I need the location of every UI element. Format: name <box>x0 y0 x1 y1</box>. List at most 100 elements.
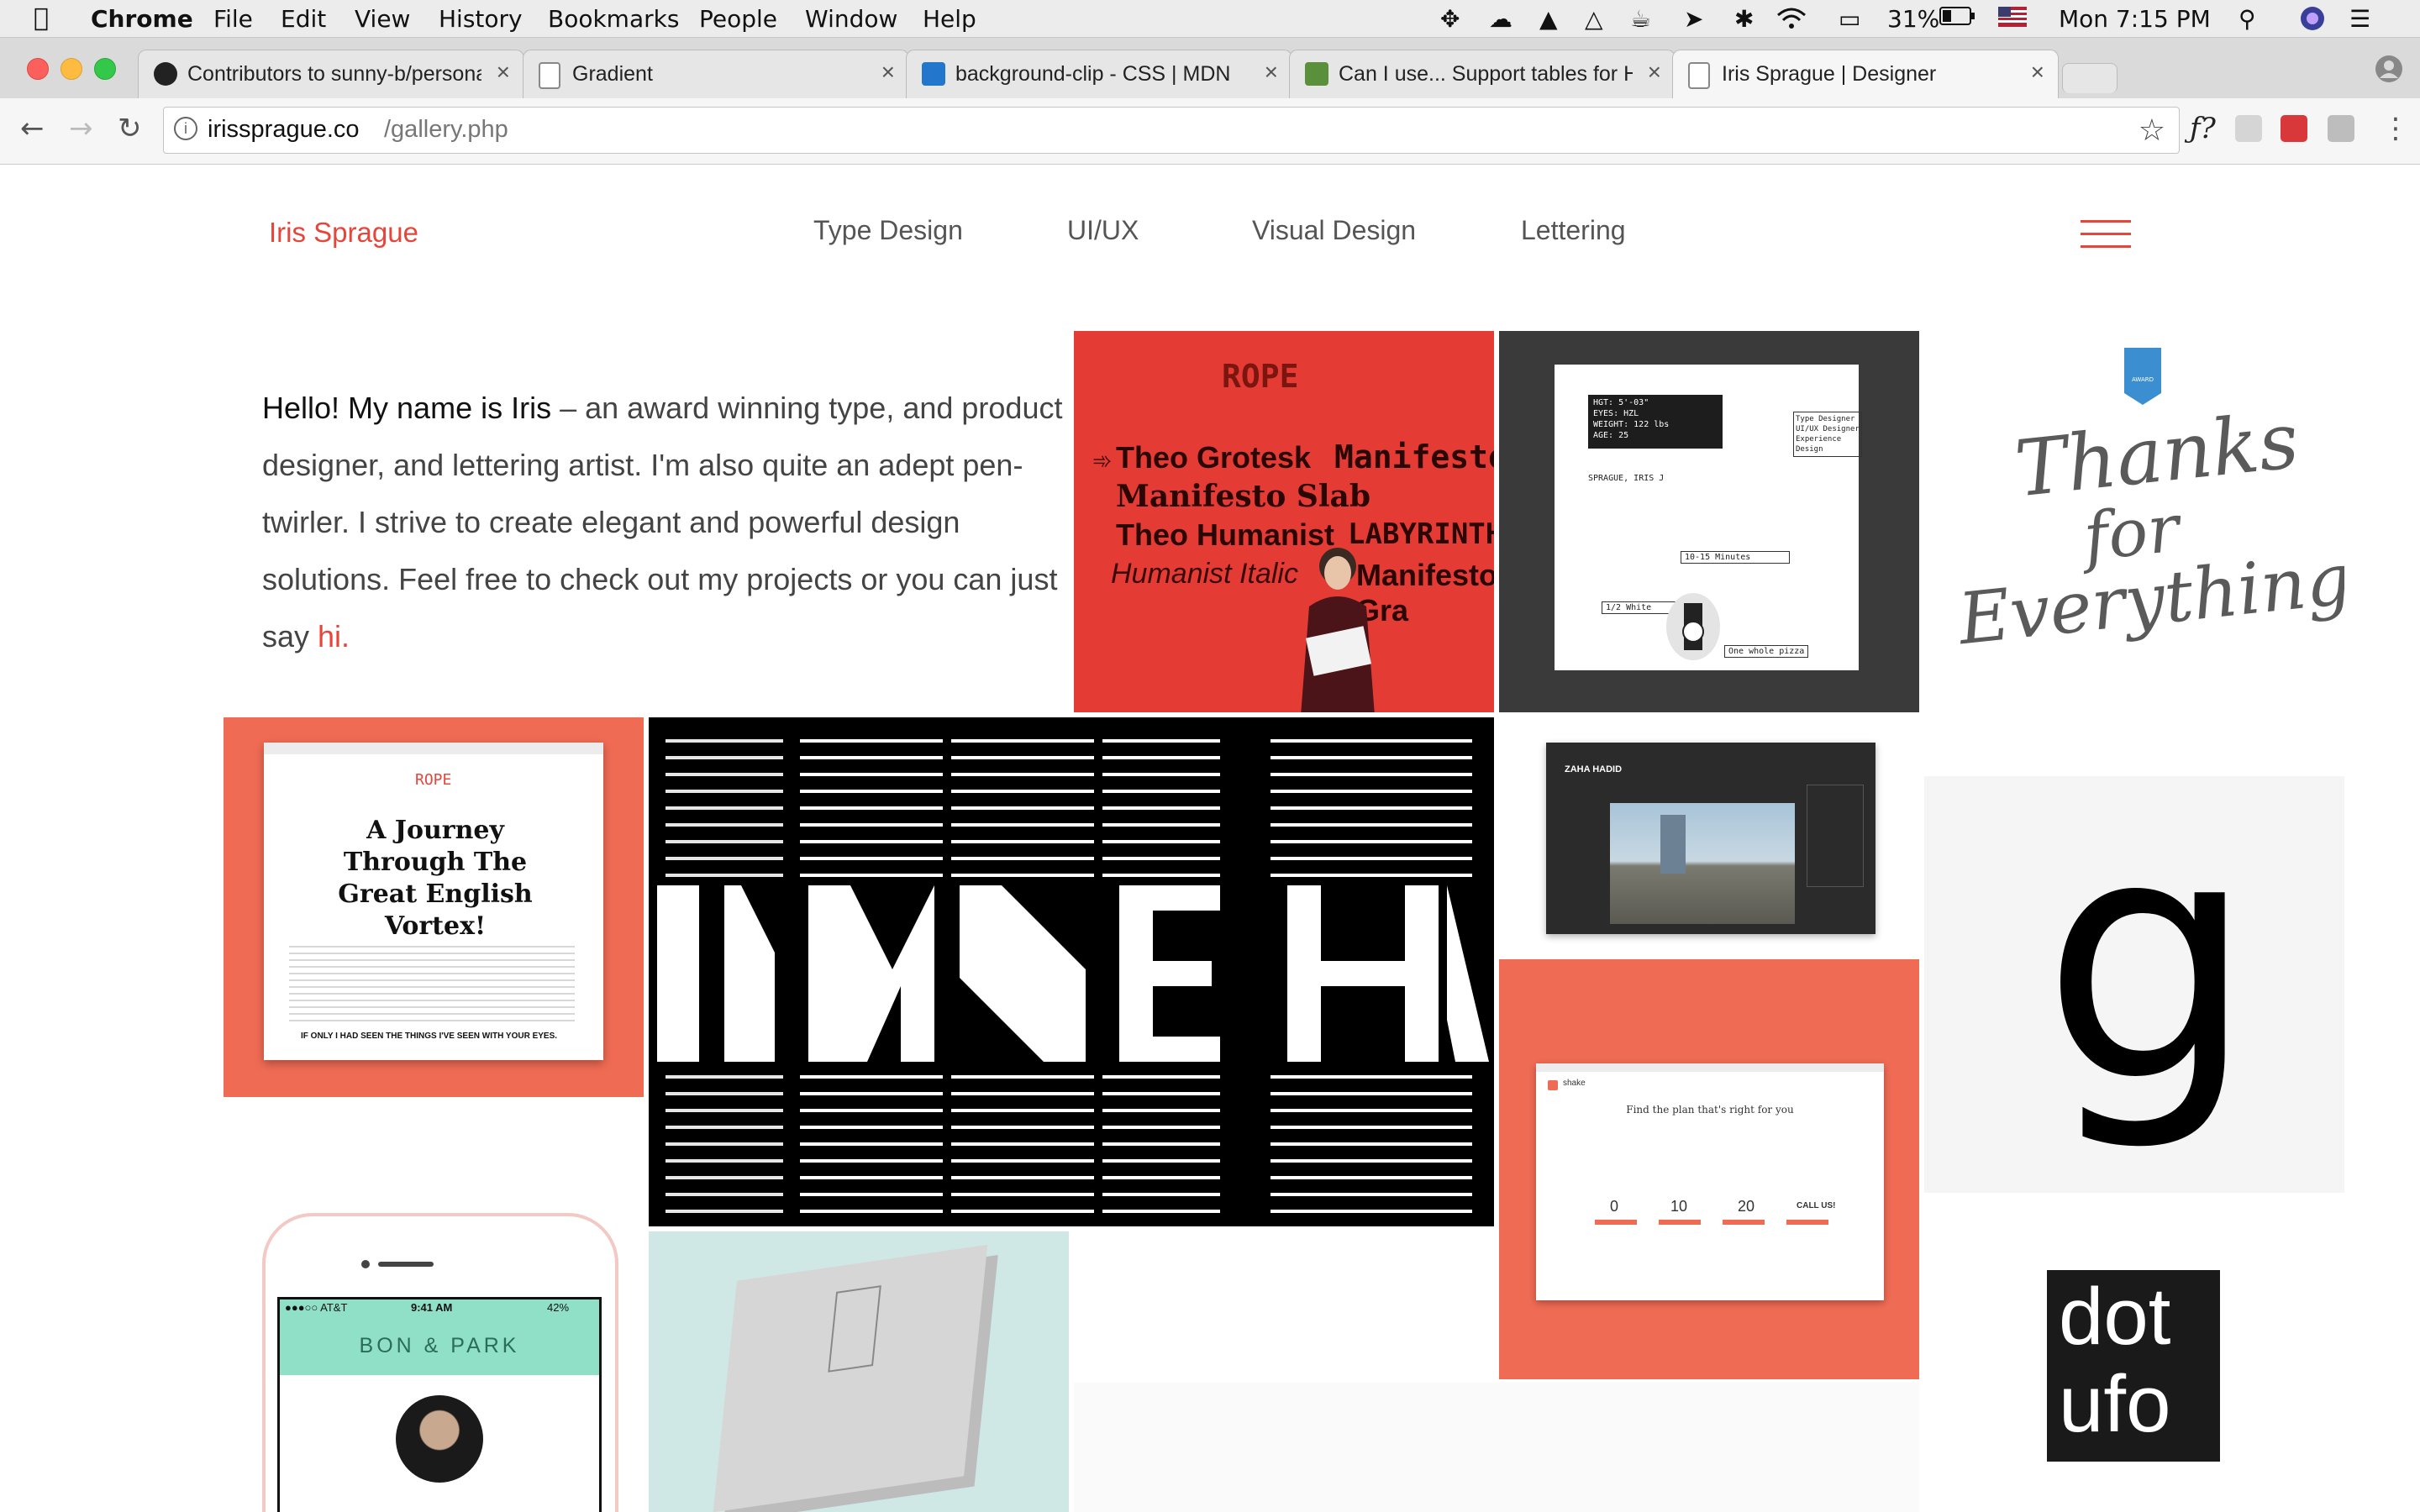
roles-box: Type Designer UI/UX Designer Experience … <box>1793 412 1862 457</box>
nav-lettering[interactable]: Lettering <box>1521 215 1626 246</box>
tab-github-contributors[interactable]: Contributors to sunny-b/personal-site × <box>138 50 524 98</box>
bluetooth-icon[interactable]: ✱ <box>1734 5 1754 33</box>
intro-body: – an award winning type, and product des… <box>262 391 1063 654</box>
document-icon <box>539 62 560 89</box>
book-tile[interactable] <box>649 1231 1069 1512</box>
tab-close-icon[interactable]: × <box>1265 59 1278 86</box>
move-icon[interactable]: ✥ <box>1440 5 1460 33</box>
gallery-placeholder <box>1074 1383 1919 1512</box>
shake-brand: shake <box>1563 1079 1586 1088</box>
chrome-toolbar: ← → ↻ i irissprague.co /gallery.php ☆ ƒ?… <box>0 98 2420 165</box>
menu-help[interactable]: Help <box>923 5 976 33</box>
price: 20 <box>1738 1198 1755 1215</box>
github-icon <box>154 62 177 86</box>
notification-center-icon[interactable]: ☰ <box>2349 5 2370 33</box>
tab-close-icon[interactable]: × <box>2031 59 2044 86</box>
phone-carrier: ●●●○○ AT&T <box>285 1301 348 1314</box>
drive-icon[interactable]: △ <box>1585 5 1603 33</box>
zaha-hadid-tile[interactable]: ZAHA HADID <box>1499 717 1919 969</box>
nav-visual-design[interactable]: Visual Design <box>1252 215 1416 246</box>
dotufo-tile[interactable]: dot ufo <box>2047 1270 2220 1462</box>
reload-icon[interactable]: ↻ <box>118 112 142 145</box>
tab-close-icon[interactable]: × <box>1648 59 1661 86</box>
article-logo: ROPE <box>415 771 452 789</box>
type-pattern-tile[interactable] <box>649 717 1494 1226</box>
rope-logo: ROPE <box>1222 358 1299 395</box>
profile-avatar-icon[interactable] <box>2375 55 2403 87</box>
tab-close-icon[interactable]: × <box>497 59 510 86</box>
site-logo[interactable]: Iris Sprague <box>269 217 418 249</box>
menu-view[interactable]: View <box>355 5 410 33</box>
tab-label: Can I use... Support tables for HTML5 <box>1339 62 1633 86</box>
menu-bookmarks[interactable]: Bookmarks <box>548 5 679 33</box>
glyph-g-tile[interactable]: g <box>1924 776 2344 1193</box>
phone-battery: 42% <box>547 1301 570 1314</box>
url-host: irissprague.co <box>208 116 360 143</box>
tab-iris-sprague[interactable]: Iris Sprague | Designer × <box>1672 50 2059 100</box>
shake-pricing-tile[interactable]: shake Find the plan that's right for you… <box>1499 959 1919 1379</box>
lastpass-icon[interactable] <box>2281 115 2307 142</box>
phone-app-title: BON & PARK <box>280 1316 599 1375</box>
font-sample: Manifesto Slab <box>1116 479 1371 514</box>
font-sample: Manifesto <box>1334 438 1494 475</box>
person-reading-photo <box>1301 548 1375 712</box>
tab-caniuse[interactable]: Can I use... Support tables for HTML5 × <box>1289 50 1676 98</box>
intro-lead: Hello! My name is Iris <box>262 391 552 425</box>
chrome-tab-bar: Contributors to sunny-b/personal-site × … <box>0 38 2420 100</box>
tab-label: Gradient <box>572 62 653 86</box>
window-zoom-button[interactable] <box>94 58 116 80</box>
info-icon[interactable]: i <box>174 117 197 140</box>
back-arrow-icon[interactable]: ← <box>20 112 45 145</box>
menu-file[interactable]: File <box>213 5 253 33</box>
coffee-icon[interactable]: ☕ <box>1630 5 1651 33</box>
hat-icon[interactable]: ▲ <box>1539 5 1558 33</box>
say-hi-link[interactable]: hi. <box>318 619 350 654</box>
window-close-button[interactable] <box>27 58 49 80</box>
shake-logo-icon <box>1548 1080 1558 1090</box>
hamburger-menu-icon[interactable] <box>2081 220 2131 249</box>
rope-specimen-tile[interactable]: ROPE ➾ Theo Grotesk Manifesto Manifesto … <box>1074 331 1494 712</box>
menu-app-name[interactable]: Chrome <box>91 5 193 33</box>
document-icon <box>1688 62 1710 89</box>
siri-icon[interactable] <box>2299 5 2326 38</box>
nav-ui-ux[interactable]: UI/UX <box>1067 215 1139 246</box>
bookmark-star-icon[interactable]: ☆ <box>2139 113 2165 148</box>
creative-cloud-icon[interactable]: ☁ <box>1489 5 1512 33</box>
menu-edit[interactable]: Edit <box>281 5 326 33</box>
chrome-menu-icon[interactable]: ⋮ <box>2381 112 2410 145</box>
menu-history[interactable]: History <box>439 5 523 33</box>
new-tab-button[interactable] <box>2062 63 2118 93</box>
article-tile[interactable]: ROPE A Journey Through The Great English… <box>224 717 644 1097</box>
apple-menu-icon[interactable]:  <box>34 3 49 33</box>
article-footer: IF ONLY I HAD SEEN THE THINGS I'VE SEEN … <box>301 1032 558 1041</box>
menubar-clock[interactable]: Mon 7:15 PM <box>2059 5 2211 33</box>
whatfont-icon[interactable]: ƒ? <box>2190 112 2216 145</box>
address-bar[interactable]: i irissprague.co /gallery.php ☆ <box>163 107 2180 154</box>
forward-arrow-icon[interactable]: → <box>69 112 93 145</box>
award-badge-icon: AWARD <box>2124 348 2161 405</box>
us-flag-icon[interactable] <box>1998 5 2027 33</box>
tab-mdn-background-clip[interactable]: background-clip - CSS | MDN × <box>906 50 1292 98</box>
mdn-icon <box>922 62 945 86</box>
battery-icon[interactable] <box>1939 5 1976 33</box>
tab-gradient[interactable]: Gradient × <box>523 50 909 98</box>
spotlight-search-icon[interactable]: ⚲ <box>2238 5 2256 33</box>
tab-label: Iris Sprague | Designer <box>1722 62 1937 86</box>
phone-mockup-tile[interactable]: ●●●○○ AT&T 9:41 AM 42% BON & PARK <box>254 1210 620 1512</box>
nav-type-design[interactable]: Type Design <box>813 215 963 246</box>
location-icon[interactable]: ➤ <box>1684 5 1703 33</box>
airplay-icon[interactable]: ▭ <box>1839 5 1860 33</box>
c-extension-icon[interactable] <box>2328 115 2354 142</box>
url-path: /gallery.php <box>384 116 508 143</box>
profile-name: SPRAGUE, IRIS J <box>1588 474 1665 483</box>
wifi-icon[interactable] <box>1775 5 1808 36</box>
menu-people[interactable]: People <box>699 5 777 33</box>
tab-close-icon[interactable]: × <box>881 59 895 86</box>
zaha-title: ZAHA HADID <box>1565 764 1623 774</box>
window-minimize-button[interactable] <box>60 58 82 80</box>
note-box: 10-15 Minutes <box>1681 551 1790 564</box>
menu-window[interactable]: Window <box>805 5 897 33</box>
profile-card-tile[interactable]: HGT: 5'-03" EYES: HZL WEIGHT: 122 lbs AG… <box>1499 331 1919 712</box>
cloud-extension-icon[interactable] <box>2235 115 2262 142</box>
price: 0 <box>1610 1198 1619 1215</box>
